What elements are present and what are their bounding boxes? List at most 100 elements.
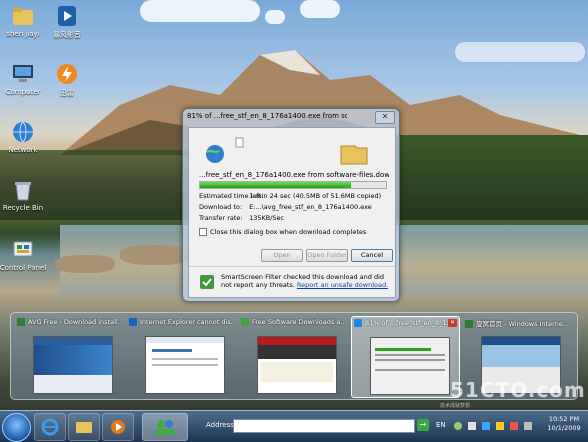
detail-value: 1 min 24 sec (40.5MB of 51.6MB copied) — [249, 192, 382, 200]
download-dialog: 81% of ...free_stf_en_8_176a1400.exe fro… — [182, 108, 400, 302]
thumbnail-title: 81% of ...free_stf_en_8_1... — [354, 319, 457, 329]
cloud — [300, 0, 340, 18]
thumbnail-image — [33, 336, 113, 394]
download-file-name: ...free_stf_en_8_176a1400.exe from softw… — [199, 171, 389, 179]
watermark-logo: 51CTO.com — [450, 378, 586, 402]
folder-icon — [13, 8, 33, 25]
thumbnail-title-text: Free Software Downloads a... — [252, 318, 344, 326]
thumbnail-image — [370, 337, 450, 395]
desktop-icon-control-panel[interactable]: Control Panel — [0, 238, 48, 272]
desktop-icon-media-player[interactable]: 暴风影音 — [42, 4, 92, 40]
thumbnail-avg-free[interactable]: AVG Free - Download install... — [15, 316, 122, 396]
thumbnail-title-text: 旋窝首页 - Windows Interne... — [476, 320, 568, 328]
desktop-icon-computer[interactable]: Computer — [0, 62, 48, 96]
detail-transfer-rate: Transfer rate: 135KB/Sec — [199, 214, 284, 222]
desktop-icon-label: shen jiayi — [6, 30, 40, 38]
desktop-icon-network[interactable]: Network — [0, 120, 48, 154]
desktop-icon-label: Recycle Bin — [2, 204, 44, 212]
control-panel-icon — [13, 241, 33, 257]
checkbox-label: Close this dialog box when download comp… — [210, 228, 367, 236]
ie-tab-icon — [241, 318, 249, 326]
network-icon — [13, 121, 33, 143]
close-when-done-checkbox[interactable]: Close this dialog box when download comp… — [199, 228, 366, 236]
watermark-subtitle: 技术成就梦想 — [440, 403, 471, 409]
tray-icon — [496, 422, 504, 430]
taskbar: Address → EN 10:52 PM 10/1/2009 — [0, 410, 588, 442]
dialog-body: ...free_stf_en_8_176a1400.exe from softw… — [188, 127, 396, 298]
thumbnail-image — [257, 336, 337, 394]
folder-icon — [340, 145, 368, 165]
system-tray — [454, 422, 532, 430]
download-progress-bar — [199, 181, 387, 189]
desktop-icon-thunder[interactable]: 迅雷 — [42, 62, 92, 98]
dialog-title: 81% of ...free_stf_en_8_176a1400.exe fro… — [187, 112, 347, 120]
thumbnail-title-text: Internet Explorer cannot dis... — [140, 318, 232, 326]
rock — [55, 255, 115, 273]
dialog-close-button[interactable]: ✕ — [375, 111, 395, 124]
taskbar-explorer-button[interactable] — [68, 413, 100, 441]
desktop-icon-label: 暴风影音 — [53, 31, 81, 39]
desktop-icon-user-folder[interactable]: shen jiayi — [0, 4, 48, 38]
open-button[interactable]: Open — [261, 249, 303, 262]
address-label: Address — [206, 421, 234, 429]
media-player-icon — [58, 6, 76, 26]
users-icon — [155, 420, 175, 435]
thumbnail-title: Internet Explorer cannot dis... — [129, 318, 232, 328]
thumbnail-download-progress[interactable]: 81% of ...free_stf_en_8_1... ✕ — [351, 316, 460, 398]
address-input[interactable] — [233, 419, 415, 433]
smartscreen-message: SmartScreen Filter checked this download… — [221, 273, 391, 289]
paper-icon — [235, 137, 244, 148]
thumbnail-title: Free Software Downloads a... — [241, 318, 344, 328]
globe-icon — [206, 145, 224, 163]
cloud — [265, 10, 285, 24]
clock-date: 10/1/2009 — [547, 424, 581, 432]
system-clock[interactable]: 10:52 PM 10/1/2009 — [542, 415, 586, 433]
clock-time: 10:52 PM — [548, 415, 580, 423]
open-folder-button[interactable]: Open Folder — [306, 249, 348, 262]
thumbnail-title: AVG Free - Download install... — [17, 318, 120, 328]
tray-icon — [482, 422, 490, 430]
checkbox-box[interactable] — [199, 228, 207, 236]
detail-value: E:...\avg_free_stf_en_8_176a1400.exe — [249, 203, 372, 211]
taskbar-ie-group-button[interactable] — [142, 413, 188, 441]
cloud — [140, 0, 260, 22]
tray-icon — [454, 422, 462, 430]
ie-tab-icon — [129, 318, 137, 326]
detail-value: 135KB/Sec — [249, 214, 285, 222]
speaker-icon — [524, 422, 532, 430]
detail-key: Download to: — [199, 203, 243, 211]
thumbnail-image — [145, 336, 225, 394]
progress-fill — [200, 182, 351, 188]
desktop-icon-label: 迅雷 — [60, 89, 74, 97]
smartscreen-shield-icon — [200, 275, 214, 289]
report-unsafe-link[interactable]: Report an unsafe download. — [297, 281, 388, 289]
folder-icon — [76, 422, 92, 433]
desktop-icon-label: Network — [8, 146, 38, 154]
thumbnail-title-text: AVG Free - Download install... — [28, 318, 120, 326]
taskbar-ie-button[interactable] — [34, 413, 66, 441]
desktop-icon-label: Control Panel — [0, 264, 47, 272]
ie-tab-icon — [465, 320, 473, 328]
computer-icon — [13, 65, 33, 82]
detail-key: Estimated time left: — [199, 192, 264, 200]
cancel-button[interactable]: Cancel — [351, 249, 393, 262]
thumbnail-title-text: 81% of ...free_stf_en_8_1... — [365, 319, 453, 327]
media-play-icon — [111, 420, 125, 434]
tray-icon — [510, 422, 518, 430]
thumbnail-ie-cannot-display[interactable]: Internet Explorer cannot dis... — [127, 316, 234, 396]
thumbnail-free-software-downloads[interactable]: Free Software Downloads a... — [239, 316, 346, 396]
language-indicator[interactable]: EN — [436, 421, 446, 429]
desktop-icon-label: Computer — [5, 88, 41, 96]
start-button[interactable] — [2, 413, 31, 442]
taskbar-media-player-button[interactable] — [102, 413, 134, 441]
detail-time-left: Estimated time left: 1 min 24 sec (40.5M… — [199, 192, 381, 200]
tray-icon — [468, 422, 476, 430]
internet-explorer-icon — [41, 418, 59, 436]
desktop-icon-recycle-bin[interactable]: Recycle Bin — [0, 178, 48, 212]
detail-key: Transfer rate: — [199, 214, 243, 222]
go-arrow-icon[interactable]: → — [417, 419, 429, 431]
rock — [120, 245, 190, 265]
recycle-bin-icon — [15, 182, 31, 201]
thumbnail-title: 旋窝首页 - Windows Interne... — [465, 318, 568, 328]
thumbnail-close-button[interactable]: ✕ — [448, 319, 457, 327]
